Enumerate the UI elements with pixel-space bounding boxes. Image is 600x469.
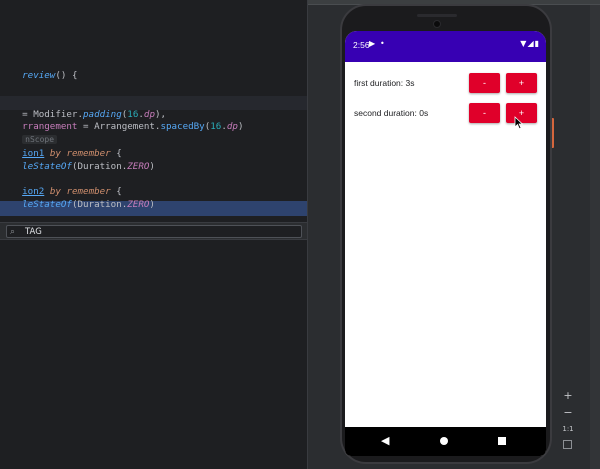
notification-dot-icon: • [380, 39, 385, 48]
code-token: 16 [210, 121, 222, 132]
battery-icon: ▮ [534, 39, 540, 48]
code-token: (Duration. [71, 161, 128, 172]
status-bar: 2:56 ▶ • ▼◢▮ [345, 31, 546, 62]
code-token: ZERO [127, 199, 150, 210]
code-line-1[interactable]: review() { [0, 58, 77, 94]
code-token: dp [226, 121, 238, 132]
zoom-reset-button[interactable]: 1:1 [558, 421, 578, 437]
code-line-8[interactable]: leStateOf(Duration.ZERO) [0, 187, 155, 223]
first-duration-row: first duration: 3s - + [345, 73, 546, 95]
find-input[interactable]: ⌕ TAG [6, 225, 302, 238]
recents-icon[interactable] [498, 437, 506, 445]
search-icon: ⌕ [10, 227, 16, 237]
code-token: ) [149, 161, 155, 172]
second-duration-label: second duration: 0s [354, 108, 429, 118]
code-token: ZERO [127, 161, 150, 172]
phone-speaker [417, 14, 457, 17]
code-token: leStateOf [22, 161, 72, 172]
code-token: ) [237, 121, 244, 132]
emulator-scrollbar[interactable] [590, 5, 600, 469]
navigation-bar: ◀ [345, 427, 546, 456]
first-duration-label: first duration: 3s [354, 78, 415, 88]
play-notification-icon: ▶ [369, 39, 376, 48]
camera-icon [433, 20, 441, 28]
mouse-cursor-icon [514, 116, 524, 130]
code-token: leStateOf [22, 199, 72, 210]
home-icon[interactable] [440, 437, 448, 445]
zoom-controls: + − 1:1 [558, 388, 578, 458]
zoom-out-button[interactable]: − [558, 405, 578, 421]
code-editor[interactable]: review() { = Modifier.padding(16.dp), rr… [0, 0, 308, 469]
code-token: spacedBy [160, 121, 205, 132]
zoom-in-button[interactable]: + [558, 388, 578, 404]
second-decrement-button[interactable]: - [469, 103, 500, 123]
code-token: (Duration. [71, 199, 128, 210]
code-token: () { [55, 70, 78, 81]
status-time: 2:56 [353, 40, 370, 50]
back-icon[interactable]: ◀ [381, 434, 389, 448]
fit-screen-icon[interactable] [563, 440, 572, 449]
find-bar: ⌕ TAG [0, 222, 308, 240]
signal-icon: ◢ [527, 39, 535, 48]
status-icons: ▼◢▮ [520, 39, 540, 48]
find-input-value: TAG [25, 227, 42, 237]
device-screen[interactable]: 2:56 ▶ • ▼◢▮ first duration: 3s - + seco… [345, 31, 546, 456]
code-token: ) [149, 199, 155, 210]
first-increment-button[interactable]: + [506, 73, 537, 93]
code-token: review [22, 70, 56, 81]
code-token: = Arrangement. [77, 121, 161, 132]
emulator-panel: 2:56 ▶ • ▼◢▮ first duration: 3s - + seco… [308, 0, 600, 469]
first-decrement-button[interactable]: - [469, 73, 500, 93]
